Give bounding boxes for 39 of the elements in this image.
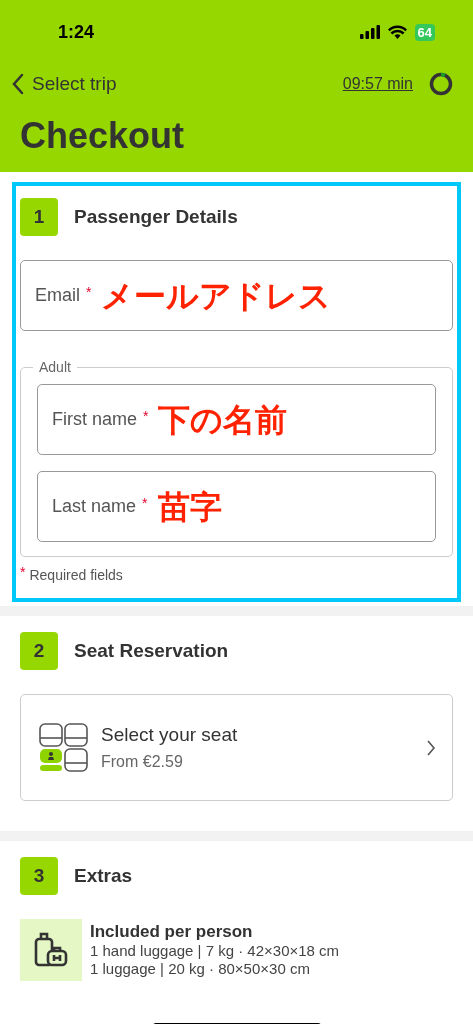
luggage-text: 1 luggage | 20 kg · 80×50×30 cm <box>90 960 311 980</box>
required-mark: * <box>142 494 148 513</box>
back-icon <box>12 73 24 95</box>
luggage-icon <box>32 931 70 969</box>
step-number: 3 <box>20 857 58 895</box>
step-number: 1 <box>20 198 58 236</box>
section-title: Seat Reservation <box>74 638 229 663</box>
annotation-text: 苗字 <box>157 487 222 527</box>
field-label: Email <box>35 284 80 307</box>
seat-option[interactable]: Select your seat From €2.59 <box>20 694 453 801</box>
field-label: Last name <box>52 495 137 518</box>
section-title: Extras <box>74 863 133 888</box>
chevron-right-icon <box>426 738 436 757</box>
section-title: Passenger Details <box>74 204 238 229</box>
price-text: From €2.59 <box>101 751 184 772</box>
timer-text: 09:57 min <box>342 74 413 94</box>
wifi-icon <box>387 25 407 39</box>
info-title: Included per person <box>90 923 254 942</box>
annotation-text: メールアドレス <box>101 276 332 316</box>
required-mark: * <box>20 563 26 582</box>
step-number: 2 <box>20 632 58 670</box>
input-field[interactable]: Last name * 苗字 <box>37 471 436 542</box>
signal-icon <box>359 25 380 39</box>
group-legend: Adult <box>33 357 77 378</box>
timer-ring-icon <box>429 72 453 96</box>
input-field[interactable]: First name * 下の名前 <box>37 384 436 455</box>
option-title: Select your seat <box>101 723 239 748</box>
field-label: First name <box>52 408 138 431</box>
battery-level: 64 <box>414 23 435 41</box>
note-text: Required fields <box>29 566 123 585</box>
required-mark: * <box>143 407 149 426</box>
required-mark: * <box>86 283 92 302</box>
annotation-text: 下の名前 <box>158 400 288 440</box>
input-field[interactable]: Email * メールアドレス <box>20 260 453 331</box>
status-time: 1:24 <box>58 20 95 44</box>
luggage-text: 1 hand luggage | 7 kg · 42×30×18 cm <box>90 941 340 961</box>
page-title: Checkout <box>20 114 186 158</box>
back-link[interactable]: Select trip <box>12 69 117 99</box>
seats-icon <box>39 722 89 773</box>
